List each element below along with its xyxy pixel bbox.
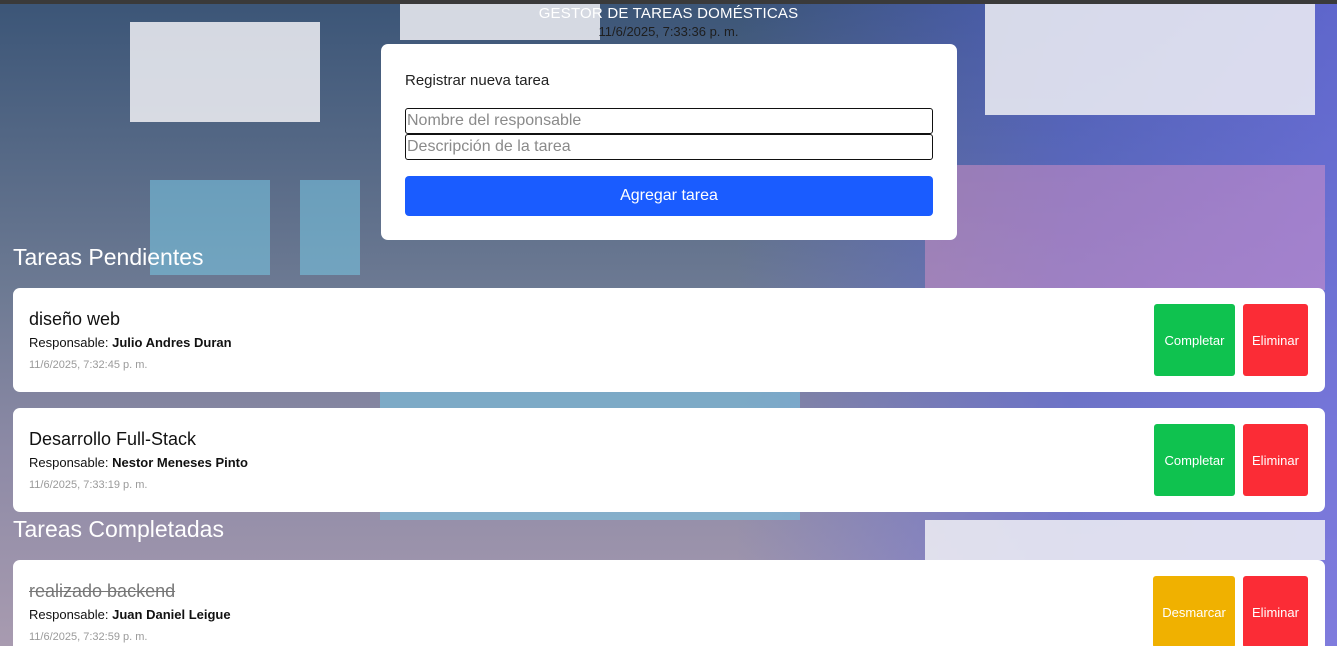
delete-task-button[interactable]: Eliminar xyxy=(1243,424,1308,496)
complete-task-button[interactable]: Completar xyxy=(1154,304,1235,376)
completed-task-card: realizado backend Responsable: Juan Dani… xyxy=(13,560,1325,646)
responsible-name-input[interactable] xyxy=(405,108,933,134)
responsible-label: Responsable: xyxy=(29,455,109,470)
task-date: 11/6/2025, 7:33:19 p. m. xyxy=(29,479,148,491)
responsible-label: Responsable: xyxy=(29,335,109,350)
pending-task-card: diseño web Responsable: Julio Andres Dur… xyxy=(13,288,1325,392)
task-responsible: Responsable: Julio Andres Duran xyxy=(29,335,232,350)
responsible-name: Nestor Meneses Pinto xyxy=(112,455,248,470)
task-responsible: Responsable: Juan Daniel Leigue xyxy=(29,607,231,622)
task-name: realizado backend xyxy=(29,581,176,601)
complete-task-button[interactable]: Completar xyxy=(1154,424,1235,496)
current-datetime: 11/6/2025, 7:33:36 p. m. xyxy=(598,24,739,39)
unmark-task-button[interactable]: Desmarcar xyxy=(1153,576,1235,646)
app-header: GESTOR DE TAREAS DOMÉSTICAS 11/6/2025, 7… xyxy=(0,4,1337,39)
task-name: diseño web xyxy=(29,309,121,329)
form-title: Registrar nueva tarea xyxy=(405,72,550,89)
responsible-name: Juan Daniel Leigue xyxy=(112,607,231,622)
task-date: 11/6/2025, 7:32:59 p. m. xyxy=(29,631,148,643)
delete-task-button[interactable]: Eliminar xyxy=(1243,576,1308,646)
task-description-input[interactable] xyxy=(405,134,933,160)
responsible-label: Responsable: xyxy=(29,607,109,622)
responsible-name: Julio Andres Duran xyxy=(112,335,232,350)
pending-tasks-heading: Tareas Pendientes xyxy=(13,244,204,270)
pending-task-card: Desarrollo Full-Stack Responsable: Nesto… xyxy=(13,408,1325,512)
app-title: GESTOR DE TAREAS DOMÉSTICAS xyxy=(538,5,799,22)
task-date: 11/6/2025, 7:32:45 p. m. xyxy=(29,359,148,371)
task-responsible: Responsable: Nestor Meneses Pinto xyxy=(29,455,248,470)
delete-task-button[interactable]: Eliminar xyxy=(1243,304,1308,376)
completed-tasks-heading: Tareas Completadas xyxy=(13,516,224,542)
new-task-form: Registrar nueva tarea Agregar tarea xyxy=(381,44,957,240)
task-name: Desarrollo Full-Stack xyxy=(29,429,197,449)
add-task-button[interactable]: Agregar tarea xyxy=(405,176,933,216)
